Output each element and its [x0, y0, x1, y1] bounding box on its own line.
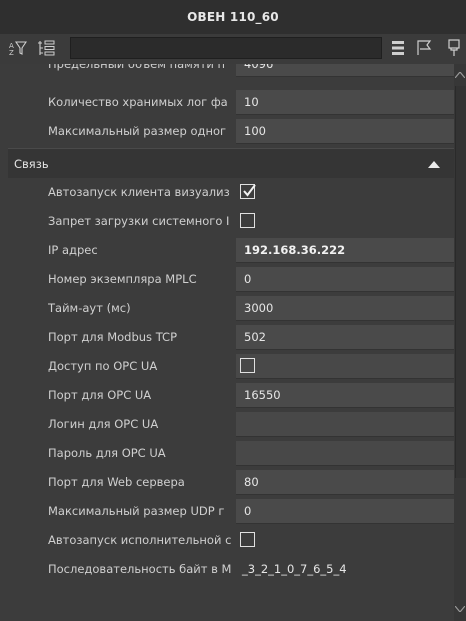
checkbox-checked[interactable] [240, 184, 256, 199]
property-row: Последовательность байт в M _3_2_1_0_7_6… [8, 555, 454, 584]
property-row: Количество хранимых лог фа 10 [8, 88, 454, 117]
search-input[interactable] [70, 37, 382, 59]
property-label: Порт для OPC UA [48, 388, 152, 402]
property-value-field[interactable]: 10 [236, 90, 454, 115]
section-header-connection[interactable]: Связь [8, 148, 454, 180]
property-row: Тайм-аут (мс) 3000 [8, 294, 454, 323]
property-value-cell [236, 528, 454, 553]
property-row: Порт для Modbus TCP 502 [8, 323, 454, 352]
scroll-down-icon[interactable] [455, 606, 465, 612]
property-label: Тайм-аут (мс) [48, 301, 131, 315]
property-row: Порт для OPC UA 16550 [8, 381, 454, 410]
property-value-cell [236, 209, 454, 234]
property-label: Автозапуск исполнительной с [48, 533, 232, 547]
section-title: Связь [14, 157, 49, 171]
property-label: Автозапуск клиента визуализ [48, 185, 230, 199]
property-row: Номер экземпляра MPLC 0 [8, 265, 454, 294]
property-label: Порт для Modbus TCP [48, 330, 178, 344]
property-value-field[interactable]: 0 [236, 267, 454, 292]
flag-icon[interactable] [414, 38, 434, 58]
property-value-field[interactable]: 4096 [236, 64, 454, 77]
property-row: Порт для Web сервера 80 [8, 468, 454, 497]
property-label: Максимальный размер UDP г [48, 504, 225, 518]
property-label: Номер экземпляра MPLC [48, 272, 197, 286]
property-row: Доступ по OPC UA [8, 352, 454, 381]
property-row: Автозапуск исполнительной с [8, 526, 454, 555]
list-view-icon[interactable] [388, 38, 408, 58]
property-value-field[interactable]: 100 [236, 119, 454, 144]
toolbar: AZ [0, 34, 466, 64]
property-label: Количество хранимых лог фа [48, 95, 228, 109]
property-value-field[interactable]: _3_2_1_0_7_6_5_4 [236, 557, 454, 582]
group-list-icon[interactable] [36, 38, 56, 58]
checkbox[interactable] [240, 213, 255, 228]
property-value-field[interactable]: 502 [236, 325, 454, 350]
property-label: Максимальный размер одног [48, 124, 227, 138]
property-label: Логин для OPC UA [48, 417, 159, 431]
property-label: Пароль для OPC UA [48, 446, 166, 460]
sort-filter-icon[interactable]: AZ [8, 38, 28, 58]
property-label: Доступ по OPC UA [48, 359, 158, 373]
property-label: Предельный объем памяти п [48, 64, 226, 71]
property-row: Запрет загрузки системного I [8, 207, 454, 236]
scrollbar-thumb[interactable] [455, 86, 466, 478]
ip-address-field[interactable]: 192.168.36.222 [236, 238, 454, 263]
property-row: Автозапуск клиента визуализ [8, 178, 454, 207]
property-row: IP адрес 192.168.36.222 [8, 236, 454, 265]
property-label: Запрет загрузки системного I [48, 214, 230, 228]
property-value-cell [236, 180, 454, 205]
window-title: ОВЕН 110_60 [0, 0, 466, 34]
property-row: Пароль для OPC UA [8, 439, 454, 468]
checkbox[interactable] [240, 358, 255, 373]
property-row: Логин для OPC UA [8, 410, 454, 439]
property-panel: Предельный объем памяти п 4096 Количеств… [8, 64, 454, 621]
property-value-field[interactable] [236, 441, 454, 466]
property-value-field[interactable]: 80 [236, 470, 454, 495]
property-row: Предельный объем памяти п 4096 [8, 64, 454, 79]
collapse-arrow-icon[interactable] [428, 160, 440, 168]
pin-icon[interactable] [444, 38, 464, 58]
property-value-field[interactable]: 3000 [236, 296, 454, 321]
scroll-up-icon[interactable] [455, 72, 465, 78]
svg-text:Z: Z [9, 49, 14, 56]
property-row: Максимальный размер одног 100 [8, 117, 454, 146]
property-value-field[interactable]: 16550 [236, 383, 454, 408]
property-value-cell [236, 354, 454, 379]
property-label: IP адрес [48, 243, 98, 257]
checkbox[interactable] [240, 532, 255, 547]
vertical-scrollbar[interactable] [454, 64, 466, 621]
property-row: Максимальный размер UDP г 0 [8, 497, 454, 526]
property-value-field[interactable] [236, 412, 454, 437]
property-value-field[interactable]: 0 [236, 499, 454, 524]
property-label: Порт для Web сервера [48, 475, 185, 489]
property-label: Последовательность байт в M [48, 562, 232, 576]
